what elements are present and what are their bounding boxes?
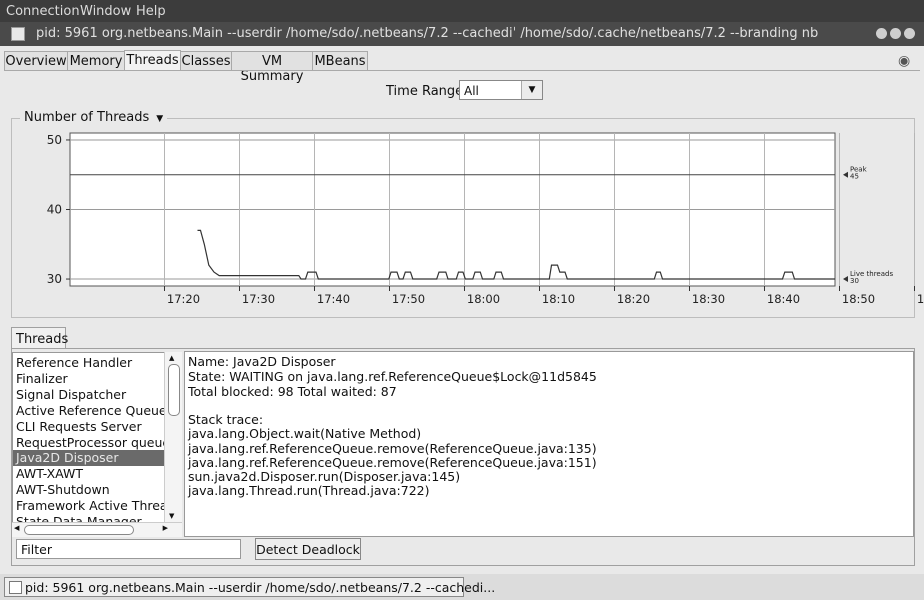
x-tick-label: 19:00 (917, 292, 924, 306)
stack-frame: sun.java2d.Disposer.run(Disposer.java:14… (188, 469, 461, 484)
list-item-selected[interactable]: Java2D Disposer (13, 450, 165, 466)
list-item[interactable]: Finalizer (16, 371, 68, 387)
x-tick-label: 17:40 (317, 292, 350, 306)
peak-annotation-marker (843, 171, 848, 178)
x-tick-label: 17:30 (242, 292, 275, 306)
stack-frame: java.lang.Thread.run(Thread.java:722) (188, 483, 430, 498)
list-item[interactable]: AWT-Shutdown (16, 482, 110, 498)
list-item[interactable]: RequestProcessor queue (16, 435, 165, 451)
scrollbar-thumb[interactable] (168, 364, 180, 416)
taskbar-window-button[interactable]: pid: 5961 org.netbeans.Main --userdir /h… (4, 577, 495, 597)
stack-trace-header: Stack trace: (188, 412, 264, 427)
list-item[interactable]: Reference Handler (16, 355, 132, 371)
peak-annotation-value: 45 (850, 173, 859, 181)
list-item[interactable]: CLI Requests Server (16, 419, 142, 435)
scroll-up-icon[interactable]: ▲ (169, 354, 174, 362)
detect-deadlock-button[interactable]: Detect Deadlock (255, 538, 361, 560)
tab-threads-list[interactable]: Threads (11, 327, 68, 348)
y-tick-label: 30 (47, 272, 62, 286)
x-tick-label: 18:50 (842, 292, 875, 306)
scroll-down-icon[interactable]: ▼ (169, 512, 174, 520)
scrollbar-thumb[interactable] (24, 525, 134, 535)
list-item[interactable]: Framework Active Thread (16, 498, 165, 514)
thread-list[interactable]: Reference Handler Finalizer Signal Dispa… (12, 352, 166, 536)
live-threads-annotation-value: 30 (850, 277, 859, 285)
stack-frame: java.lang.Object.wait(Native Method) (188, 426, 422, 441)
x-tick-label: 18:10 (542, 292, 575, 306)
thread-detail-pane[interactable]: Name: Java2D Disposer State: WAITING on … (184, 351, 914, 537)
thread-list-vertical-scrollbar[interactable]: ▲ ▼ (164, 352, 182, 522)
thread-state: State: WAITING on java.lang.ref.Referenc… (188, 369, 597, 384)
thread-name: Name: Java2D Disposer (188, 354, 336, 369)
x-tick-label: 18:40 (767, 292, 800, 306)
app-icon (9, 581, 22, 594)
x-tick-label: 18:20 (617, 292, 650, 306)
scroll-right-icon[interactable]: ▶ (163, 524, 168, 532)
list-item[interactable]: AWT-XAWT (16, 466, 83, 482)
scroll-left-icon[interactable]: ◀ (14, 524, 19, 532)
y-tick-label: 50 (47, 133, 62, 147)
x-tick-label: 17:50 (392, 292, 425, 306)
x-tick-label: 18:30 (692, 292, 725, 306)
stack-frame: java.lang.ref.ReferenceQueue.remove(Refe… (188, 441, 597, 456)
list-item[interactable]: Signal Dispatcher (16, 387, 126, 403)
thread-totals: Total blocked: 98 Total waited: 87 (188, 384, 397, 399)
threads-chart: 30 40 50 17:20 17:30 17:40 17:50 18:00 18:10 18:2… (47, 132, 924, 306)
x-tick-label: 17:20 (167, 292, 200, 306)
y-tick-label: 40 (47, 203, 62, 217)
thread-list-horizontal-scrollbar[interactable]: ◀ ▶ (12, 522, 182, 537)
stack-frame: java.lang.ref.ReferenceQueue.remove(Refe… (188, 455, 597, 470)
live-threads-annotation-marker (843, 276, 848, 283)
filter-input[interactable]: Filter (16, 539, 241, 559)
taskbar-window-label: pid: 5961 org.netbeans.Main --userdir /h… (25, 580, 496, 595)
list-item[interactable]: Active Reference Queue D (16, 403, 165, 419)
x-tick-label: 18:00 (467, 292, 500, 306)
